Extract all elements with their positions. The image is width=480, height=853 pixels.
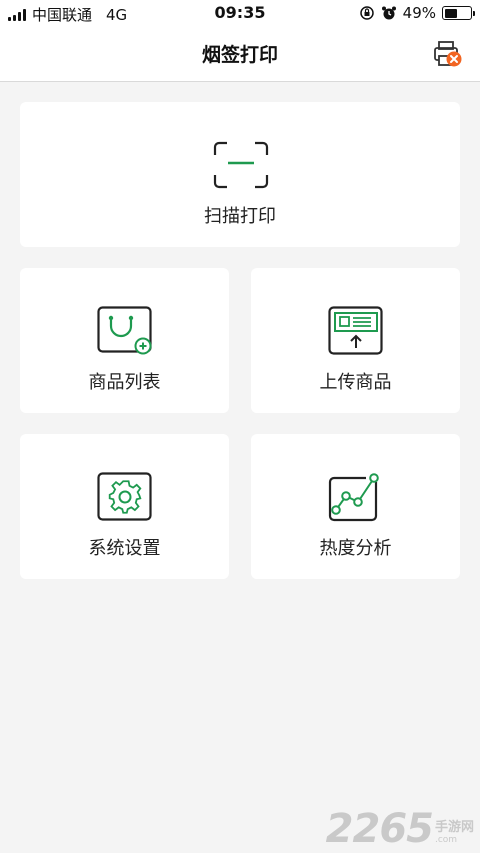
page-title: 烟签打印 [201, 44, 278, 66]
upload-product-card[interactable]: 上传商品 [251, 268, 460, 413]
heat-analysis-card[interactable]: 热度分析 [251, 434, 460, 579]
status-bar: 中国联通 4G 09:35 49% [0, 0, 480, 26]
product-list-card[interactable]: 商品列表 [20, 268, 229, 413]
watermark-number: 2265 [325, 806, 434, 852]
trend-chart-icon [328, 473, 379, 522]
scan-icon [213, 141, 269, 189]
product-list-label: 商品列表 [88, 372, 161, 393]
watermark-cn: 手游网 [434, 820, 474, 835]
scan-print-card[interactable]: 扫描打印 [20, 102, 460, 247]
alarm-icon [381, 6, 396, 20]
gear-icon [97, 472, 152, 521]
orientation-lock-icon [359, 6, 374, 20]
heat-analysis-label: 热度分析 [319, 538, 392, 559]
printer-status-button[interactable] [432, 38, 464, 70]
watermark-en: .com [434, 835, 458, 845]
upload-product-icon [328, 306, 383, 355]
battery-icon [442, 6, 475, 20]
battery-percent: 49% [402, 4, 436, 22]
watermark-logo: 2265 手游网 .com [326, 809, 474, 849]
scan-print-label: 扫描打印 [204, 206, 276, 227]
battery-level [444, 8, 457, 18]
watermark-text: 手游网 .com [434, 820, 474, 846]
status-right: 49% [359, 4, 475, 22]
nav-bar: 烟签打印 [0, 26, 480, 82]
upload-product-label: 上传商品 [319, 372, 392, 393]
system-settings-card[interactable]: 系统设置 [20, 434, 229, 579]
system-settings-label: 系统设置 [88, 538, 161, 559]
printer-error-icon [434, 41, 462, 67]
product-list-icon [97, 306, 152, 355]
